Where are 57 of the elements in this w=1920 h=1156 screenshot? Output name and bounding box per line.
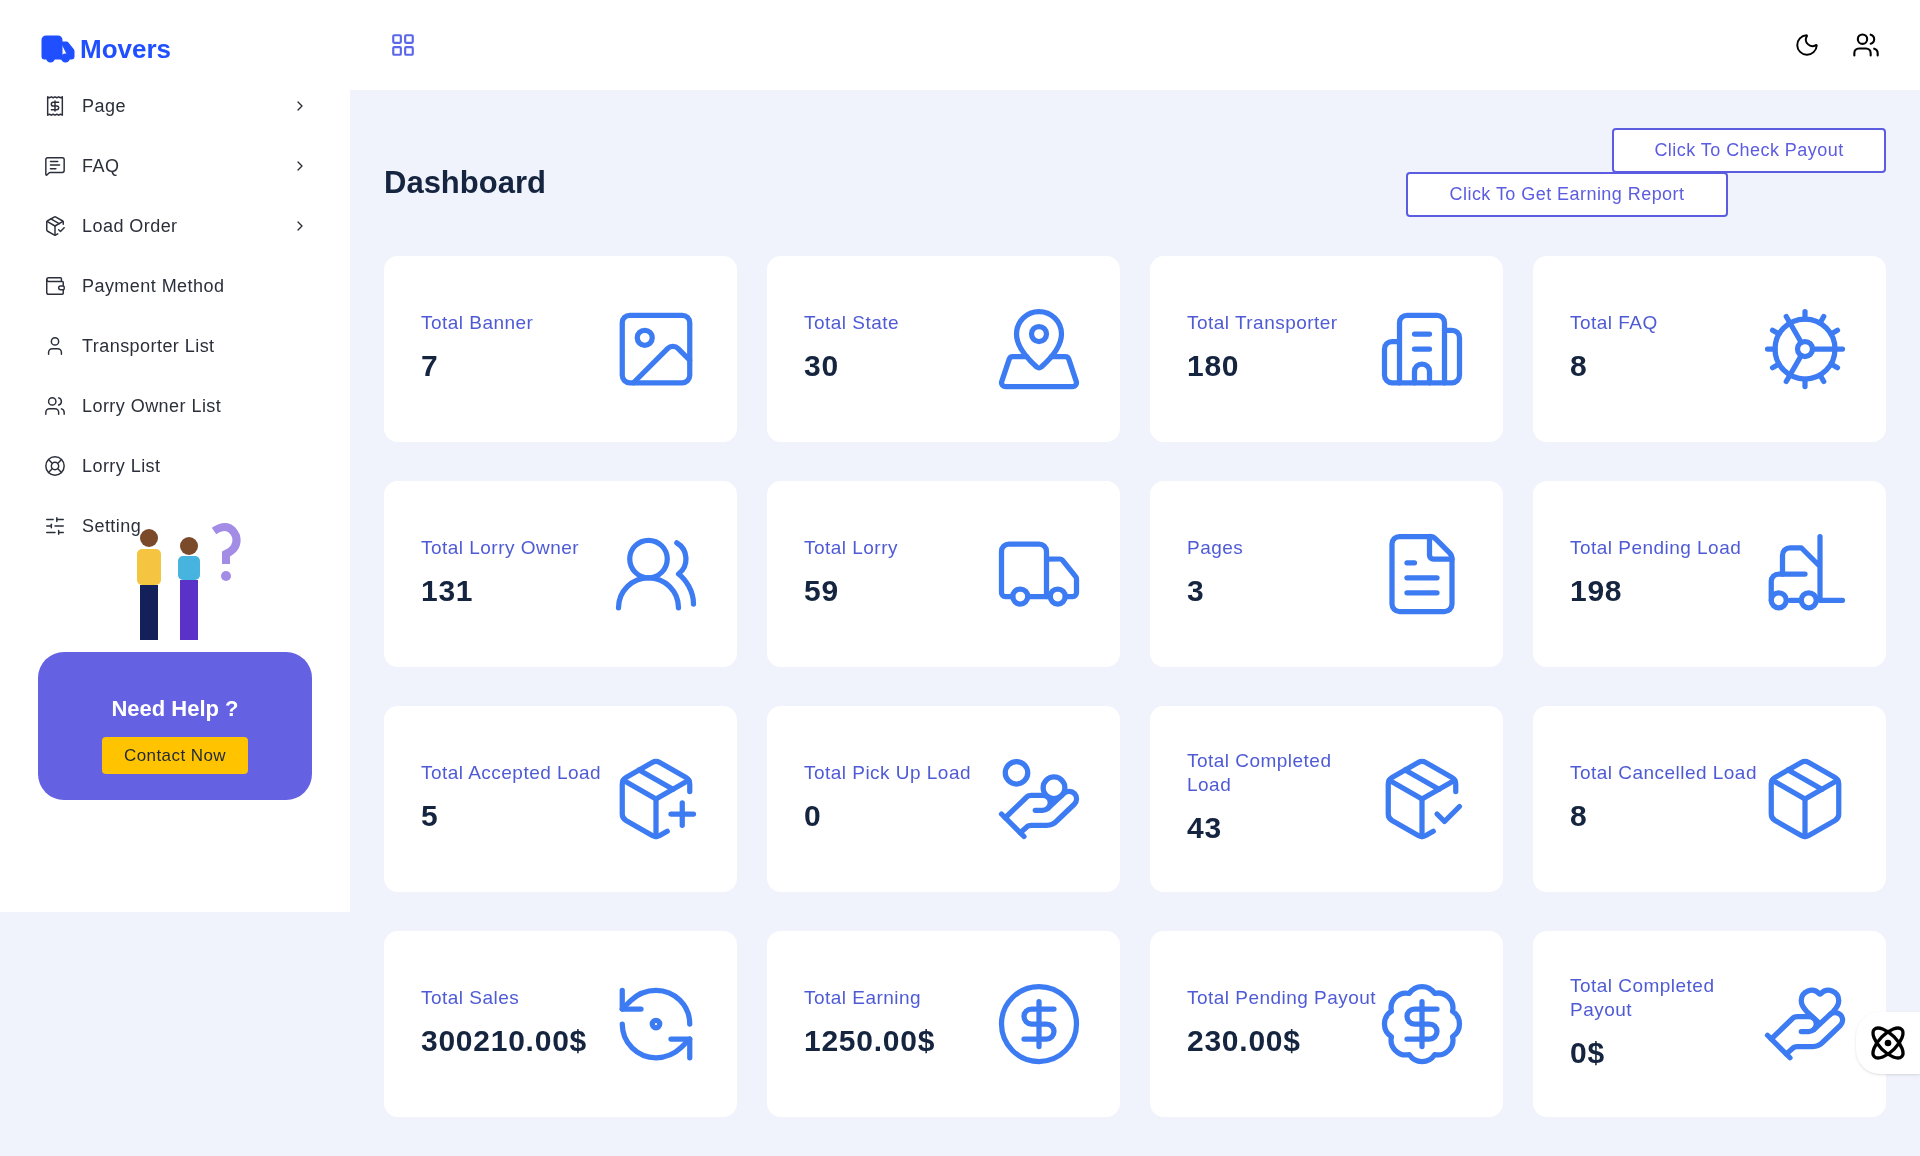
stat-label: Total Lorry [804, 535, 899, 560]
stat-value: 300210.00$ [421, 1022, 588, 1059]
brand-logo[interactable]: Movers [80, 29, 172, 69]
receipt-icon [44, 95, 66, 117]
sidebar-item[interactable]: Load Order [0, 196, 350, 256]
sidebar-item[interactable]: Lorry List [0, 436, 350, 496]
stat-label: Total Earning [804, 985, 923, 1010]
chat-icon [44, 155, 66, 177]
stat-label: Total FAQ [1570, 310, 1659, 335]
stat-value: 30 [804, 347, 840, 384]
profile-icon[interactable] [1852, 31, 1880, 59]
stat-value: 43 [1187, 809, 1223, 846]
stat-label: Total Transporter [1187, 310, 1339, 335]
floating-widget[interactable] [1856, 1012, 1920, 1074]
stat-value: 8 [1570, 797, 1589, 834]
sidebar-item[interactable]: Page [0, 76, 350, 136]
sidebar-item[interactable]: Setting [0, 496, 350, 556]
stat-label: Total Banner [421, 310, 535, 335]
stat-value: 0$ [1570, 1034, 1606, 1071]
sidebar-item[interactable]: FAQ [0, 136, 350, 196]
earning-report-button[interactable]: Click To Get Earning Report [1406, 172, 1728, 217]
stat-value: 0 [804, 797, 823, 834]
check-payout-button[interactable]: Click To Check Payout [1612, 128, 1886, 173]
stat-label: Total Lorry Owner [421, 535, 580, 560]
stat-label: Total Pick Up Load [804, 760, 972, 785]
stat-value: 180 [1187, 347, 1241, 384]
stat-label: Total Pending Payout [1187, 985, 1377, 1010]
page-title: Dashboard [384, 164, 546, 202]
stat-label: Total Accepted Load [421, 760, 603, 785]
users-icon [44, 395, 66, 417]
sidebar-item[interactable]: Payment Method [0, 256, 350, 316]
wallet-icon [44, 275, 66, 297]
stat-label: Total Completed Payout [1570, 973, 1716, 1022]
stat-value: 7 [421, 347, 440, 384]
stat-label: Pages [1187, 535, 1245, 560]
stat-value: 198 [1570, 572, 1624, 609]
box-check-icon [44, 215, 66, 237]
stat-value: 131 [421, 572, 475, 609]
sidebar-item[interactable]: Transporter List [0, 316, 350, 376]
sidebar-item[interactable]: Lorry Owner List [0, 376, 350, 436]
atom-icon [1868, 1023, 1908, 1063]
stat-label: Total Cancelled Load [1570, 760, 1758, 785]
grid-menu-icon[interactable] [390, 32, 416, 58]
settings-icon [44, 515, 66, 537]
stat-value: 8 [1570, 347, 1589, 384]
stat-label: Total Sales [421, 985, 521, 1010]
stat-value: 230.00$ [1187, 1022, 1302, 1059]
stat-label: Total State [804, 310, 900, 335]
stat-label: Total Completed Load [1187, 748, 1333, 797]
stat-value: 3 [1187, 572, 1206, 609]
contact-now-button[interactable]: Contact Now [102, 736, 248, 774]
moon-icon[interactable] [1794, 32, 1820, 58]
help-title: Need Help ? [111, 694, 239, 723]
stat-value: 59 [804, 572, 840, 609]
stat-label: Total Pending Load [1570, 535, 1743, 560]
stat-value: 1250.00$ [804, 1022, 937, 1059]
stat-value: 5 [421, 797, 440, 834]
